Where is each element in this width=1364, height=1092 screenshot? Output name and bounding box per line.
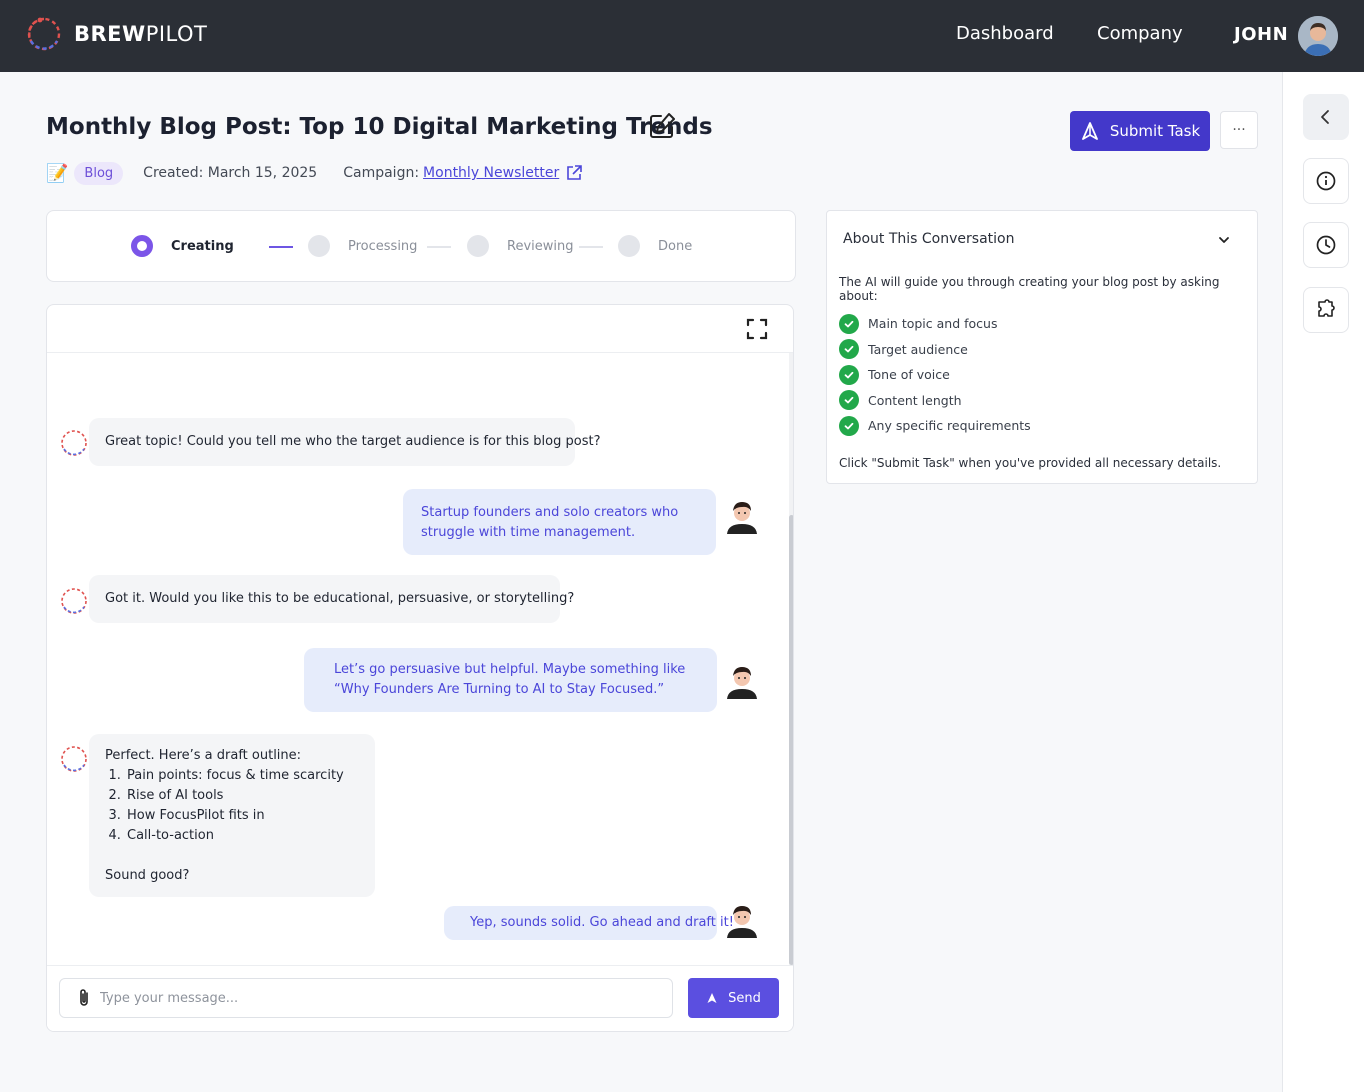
puzzle-icon — [1318, 299, 1335, 317]
list-item: Target audience — [839, 337, 1031, 363]
list-item: Rise of AI tools — [125, 786, 359, 806]
list-item: Pain points: focus & time scarcity — [125, 766, 359, 786]
about-intro: The AI will guide you through creating y… — [839, 275, 1220, 303]
clock-icon — [1316, 235, 1336, 255]
send-label: Send — [728, 990, 761, 1006]
send-arrow-icon — [707, 993, 717, 1003]
campaign-label: Campaign: — [343, 165, 420, 181]
chevron-down-icon[interactable] — [1217, 233, 1231, 247]
campaign-link[interactable]: Monthly Newsletter — [423, 165, 559, 181]
more-options-button[interactable]: ··· — [1220, 111, 1258, 149]
brand-name: BREWPILOT — [74, 22, 208, 46]
step-indicator — [618, 235, 640, 257]
outline-list: Pain points: focus & time scarcity Rise … — [105, 766, 359, 846]
list-item: Main topic and focus — [839, 311, 1031, 337]
step-creating: Creating — [131, 235, 234, 257]
send-arrow-icon — [1081, 122, 1098, 140]
bot-message: Got it. Would you like this to be educat… — [89, 575, 574, 623]
user-avatar-icon — [727, 667, 757, 699]
check-icon — [839, 313, 859, 334]
right-rail — [1282, 72, 1364, 1092]
user-message: Let’s go persuasive but helpful. Maybe s… — [304, 648, 717, 712]
list-item: Tone of voice — [839, 362, 1031, 388]
task-meta: 📝 Blog Created: March 15, 2025 Campaign:… — [46, 160, 583, 186]
user-avatar-icon — [727, 906, 757, 938]
user-avatar-icon — [727, 502, 757, 534]
chat-scrollbar[interactable] — [789, 515, 793, 965]
info-icon — [1316, 171, 1336, 191]
list-item: Any specific requirements — [839, 413, 1031, 439]
check-icon — [839, 415, 859, 436]
check-icon — [839, 364, 859, 385]
history-button[interactable] — [1303, 222, 1349, 268]
chat-composer: Send — [47, 965, 793, 1031]
about-title[interactable]: About This Conversation — [843, 231, 1014, 247]
edit-icon[interactable] — [646, 110, 678, 142]
list-item: Call-to-action — [125, 826, 359, 846]
user-name[interactable]: JOHN — [1234, 24, 1288, 45]
created-date: Created: March 15, 2025 — [143, 165, 318, 181]
external-link-icon[interactable] — [565, 164, 583, 182]
outline-outro: Sound good? — [105, 868, 190, 883]
user-message: Yep, sounds solid. Go ahead and draft it… — [444, 906, 734, 940]
progress-stepper: Creating Processing Reviewing Done — [46, 210, 796, 282]
bot-avatar-icon — [61, 588, 87, 614]
memo-icon: 📝 — [46, 162, 69, 184]
paperclip-icon[interactable] — [76, 988, 92, 1008]
step-connector — [579, 246, 603, 248]
bot-message: Great topic! Could you tell me who the t… — [89, 418, 601, 466]
integrations-button[interactable] — [1303, 287, 1349, 333]
step-processing: Processing — [308, 235, 417, 257]
check-icon — [839, 339, 859, 360]
user-message: Startup founders and solo creators who s… — [403, 489, 716, 555]
step-indicator — [131, 235, 153, 257]
chevron-left-icon — [1321, 110, 1329, 124]
send-button[interactable]: Send — [688, 978, 779, 1018]
bot-avatar-icon — [61, 430, 87, 456]
bot-avatar-icon — [61, 746, 87, 772]
top-navbar: BREWPILOT Dashboard Company JOHN — [0, 0, 1364, 72]
step-connector — [427, 246, 451, 248]
outline-intro: Perfect. Here’s a draft outline: — [105, 748, 302, 763]
nav-company[interactable]: Company — [1097, 23, 1183, 44]
about-conversation-panel: About This Conversation The AI will guid… — [826, 210, 1258, 484]
list-item: Content length — [839, 388, 1031, 414]
chat-panel: Great topic! Could you tell me who the t… — [46, 304, 794, 1032]
bot-message: Perfect. Here’s a draft outline: Pain po… — [89, 734, 375, 897]
submit-task-label: Submit Task — [1109, 122, 1201, 140]
collapse-rail-button[interactable] — [1303, 94, 1349, 140]
list-item: How FocusPilot fits in — [125, 806, 359, 826]
step-indicator — [308, 235, 330, 257]
about-checklist: Main topic and focus Target audience Ton… — [839, 311, 1031, 439]
chat-header — [47, 305, 793, 353]
user-avatar[interactable] — [1298, 16, 1338, 56]
page-title: Monthly Blog Post: Top 10 Digital Market… — [46, 114, 713, 140]
nav-dashboard[interactable]: Dashboard — [956, 23, 1054, 44]
fullscreen-icon[interactable] — [745, 317, 769, 341]
step-reviewing: Reviewing — [467, 235, 574, 257]
step-connector — [269, 246, 293, 248]
step-done: Done — [618, 235, 692, 257]
brewpilot-logo — [27, 17, 61, 51]
type-badge: Blog — [74, 161, 124, 185]
message-input-wrapper[interactable] — [59, 978, 673, 1018]
check-icon — [839, 390, 859, 411]
brand[interactable]: BREWPILOT — [26, 16, 207, 52]
message-input[interactable] — [100, 990, 640, 1006]
about-footer: Click "Submit Task" when you've provided… — [839, 456, 1222, 470]
step-indicator — [467, 235, 489, 257]
info-button[interactable] — [1303, 158, 1349, 204]
submit-task-button[interactable]: Submit Task — [1070, 111, 1210, 151]
